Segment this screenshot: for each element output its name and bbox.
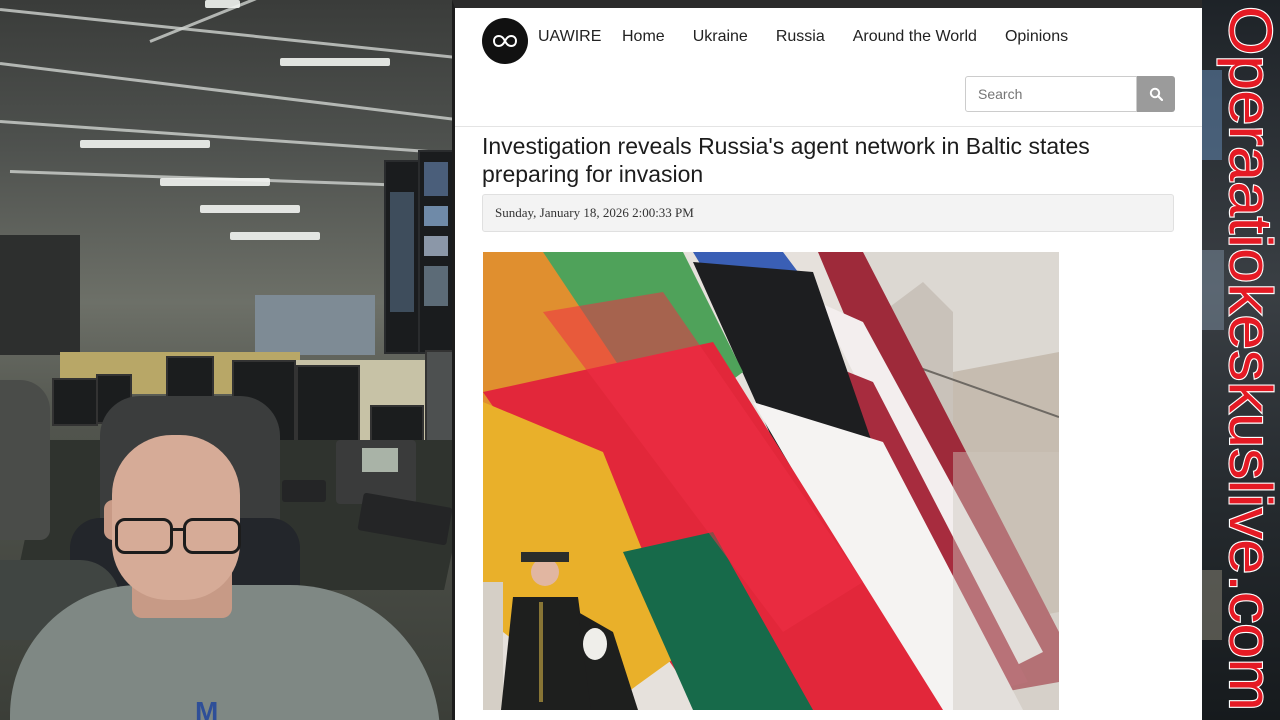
ceiling-light bbox=[205, 0, 240, 8]
search-button[interactable] bbox=[1137, 76, 1175, 112]
wall-display bbox=[384, 160, 422, 354]
nav-opinions[interactable]: Opinions bbox=[1005, 28, 1068, 46]
ceiling-light bbox=[230, 232, 320, 240]
nav-around-the-world[interactable]: Around the World bbox=[853, 28, 977, 46]
browser-page: UAWIRE Home Ukraine Russia Around the Wo… bbox=[452, 0, 1202, 720]
monitor bbox=[296, 365, 360, 449]
monitor bbox=[370, 405, 424, 445]
channel-watermark: Operaatiokeskuslive.com bbox=[1216, 5, 1276, 712]
back-wall-cabinet bbox=[0, 235, 80, 355]
wall-display bbox=[418, 150, 452, 354]
shirt-logo: M bbox=[195, 696, 219, 720]
nav-russia[interactable]: Russia bbox=[776, 28, 825, 46]
nav-home[interactable]: Home bbox=[622, 28, 665, 46]
article-photo bbox=[483, 252, 1059, 710]
magnifier-icon bbox=[1149, 87, 1163, 101]
webcam-panel: M bbox=[0, 0, 452, 720]
ceiling-beam bbox=[0, 62, 452, 122]
ceiling-beam bbox=[0, 120, 440, 154]
ceiling-light bbox=[160, 178, 270, 186]
keyboard bbox=[282, 480, 326, 502]
search-input[interactable] bbox=[965, 76, 1137, 112]
channel-watermark-strip: Operaatiokeskuslive.com bbox=[1202, 0, 1280, 720]
article-date: Sunday, January 18, 2026 2:00:33 PM bbox=[482, 194, 1174, 232]
site-logo[interactable] bbox=[482, 18, 528, 64]
ceiling-light bbox=[200, 205, 300, 213]
monitor bbox=[52, 378, 98, 426]
back-office-window bbox=[255, 295, 375, 355]
infinity-icon bbox=[492, 34, 518, 48]
office-chair bbox=[0, 380, 50, 540]
ceiling-beam bbox=[149, 0, 429, 43]
site-header: UAWIRE Home Ukraine Russia Around the Wo… bbox=[455, 8, 1202, 127]
ceiling-light bbox=[80, 140, 210, 148]
site-name[interactable]: UAWIRE bbox=[538, 28, 601, 46]
ceiling-beam bbox=[0, 8, 452, 60]
nav-ukraine[interactable]: Ukraine bbox=[693, 28, 748, 46]
watermark-text: Operaatiokeskuslive.com bbox=[1217, 6, 1276, 711]
article-headline: Investigation reveals Russia's agent net… bbox=[482, 133, 1090, 187]
glasses bbox=[115, 518, 245, 554]
ceiling-light bbox=[280, 58, 390, 66]
main-nav: Home Ukraine Russia Around the World Opi… bbox=[622, 28, 1096, 46]
